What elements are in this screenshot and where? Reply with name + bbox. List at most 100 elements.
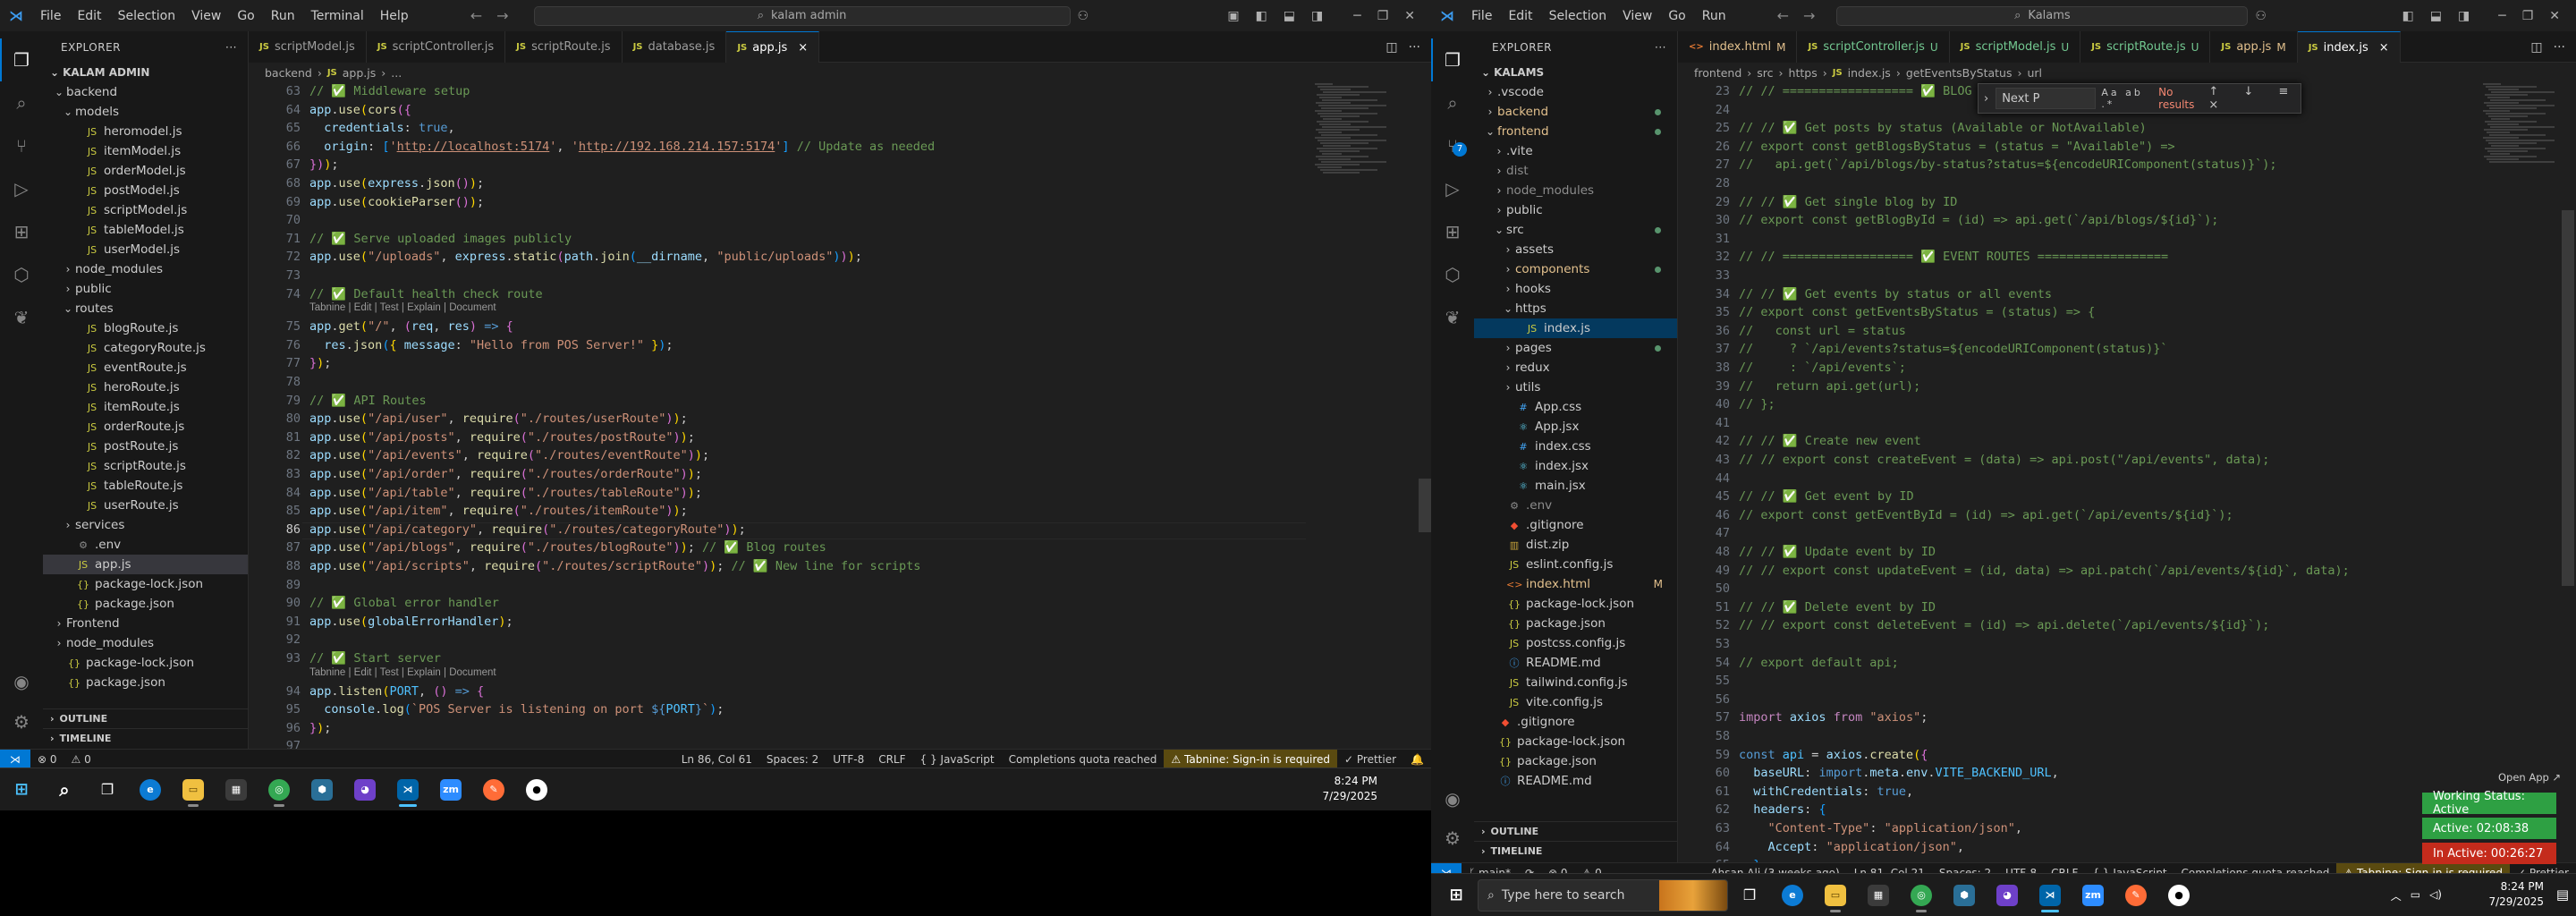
menu-item[interactable]: Terminal: [303, 9, 372, 23]
code-line[interactable]: // ✅ Middleware setup: [309, 84, 470, 98]
more-actions-icon[interactable]: ···: [1655, 41, 1666, 54]
tree-file[interactable]: ⚛ App.jsx: [1474, 417, 1677, 437]
code-line[interactable]: // // ✅ Get posts by status (Available o…: [1739, 121, 2147, 135]
layout-toggle-icon[interactable]: ▣: [1227, 9, 1239, 23]
cursor-position[interactable]: Ln 86, Col 61: [674, 753, 759, 766]
edge-icon[interactable]: e: [1775, 878, 1810, 913]
tree-file[interactable]: # index.css: [1474, 437, 1677, 456]
tabnine-codelens[interactable]: Tabnine | Edit | Test | Explain | Docume…: [309, 302, 496, 313]
tree-folder[interactable]: › utils: [1474, 377, 1677, 397]
code-line[interactable]: // ✅ Default health check route: [309, 287, 543, 301]
breadcrumb-item[interactable]: ...: [391, 66, 402, 80]
code-line[interactable]: app.use(cookieParser());: [309, 195, 484, 209]
code-line[interactable]: app.use("/uploads", express.static(path.…: [309, 250, 862, 264]
code-line[interactable]: // // ✅ Get single blog by ID: [1739, 195, 1957, 209]
panel-toggle-icon[interactable]: ⬓: [2430, 9, 2442, 23]
code-line[interactable]: // export const getBlogsByStatus = (stat…: [1739, 140, 2175, 154]
code-line[interactable]: // // export const updateEvent = (id, da…: [1739, 564, 2350, 578]
tree-file[interactable]: {} package-lock.json: [1474, 594, 1677, 614]
tree-file[interactable]: ⚛ index.jsx: [1474, 456, 1677, 476]
editor-tab[interactable]: <> index.html M: [1678, 31, 1798, 63]
breadcrumb-item[interactable]: backend: [265, 66, 312, 80]
find-options-icon[interactable]: Aa ab .*: [2101, 87, 2146, 110]
code-line[interactable]: // export const getEventsByStatus = (sta…: [1739, 305, 2095, 319]
remote-indicator-icon[interactable]: ⋊: [0, 749, 30, 769]
source-control-icon[interactable]: ⑂: [11, 135, 32, 157]
network-icon[interactable]: ▭: [2411, 888, 2420, 903]
minimap[interactable]: [2483, 82, 2563, 862]
editor-tab[interactable]: JS scriptController.js: [366, 31, 506, 63]
tree-folder[interactable]: › redux: [1474, 358, 1677, 377]
line-ending[interactable]: CRLF: [871, 753, 912, 766]
editor-tab[interactable]: JS database.js: [622, 31, 727, 63]
code-line[interactable]: // // export const deleteEvent = (id) =>…: [1739, 618, 2269, 632]
more-actions-icon[interactable]: ···: [2554, 40, 2565, 55]
task-view-icon[interactable]: ❐: [1732, 878, 1767, 913]
tree-file[interactable]: JS tableRoute.js: [43, 476, 248, 496]
tree-folder[interactable]: ⌄ src: [1474, 220, 1677, 240]
explorer-icon[interactable]: ❐: [11, 49, 32, 71]
problems-warnings[interactable]: ⚠ 0: [64, 753, 98, 766]
code-line[interactable]: });: [309, 721, 331, 735]
code-line[interactable]: app.listen(PORT, () => {: [309, 684, 484, 699]
code-line[interactable]: withCredentials: true,: [1739, 785, 1913, 799]
more-actions-icon[interactable]: ···: [225, 41, 237, 54]
minimize-icon[interactable]: ─: [1353, 9, 1360, 23]
timeline-section[interactable]: › TIMELINE: [43, 728, 248, 748]
code-line[interactable]: // const url = status: [1739, 324, 1906, 338]
code-line[interactable]: // : `/api/events`;: [1739, 360, 1906, 375]
tree-folder[interactable]: › assets: [1474, 240, 1677, 259]
tree-file[interactable]: ◆ .gitignore: [1474, 712, 1677, 732]
account-icon[interactable]: ◉: [1442, 788, 1463, 810]
toggle-replace-icon[interactable]: ›: [1984, 92, 1988, 106]
search-icon[interactable]: ⌕: [47, 772, 82, 808]
editor-tab[interactable]: JS index.js ×: [2297, 31, 2401, 63]
tree-folder[interactable]: › .vscode: [1474, 82, 1677, 102]
taskbar-search[interactable]: ⌕ Type here to search: [1478, 878, 1728, 912]
remote-explorer-icon[interactable]: ⬡: [11, 264, 32, 285]
breadcrumb-item[interactable]: getEventsByStatus: [1906, 66, 2012, 80]
tree-file[interactable]: JS scriptRoute.js: [43, 456, 248, 476]
editor-tab[interactable]: JS scriptModel.js U: [1949, 31, 2081, 63]
explorer-icon[interactable]: ❐: [1442, 49, 1463, 71]
code-line[interactable]: app.use("/api/category", require("./rout…: [309, 522, 746, 537]
menu-item[interactable]: Run: [1694, 9, 1734, 23]
tree-folder[interactable]: › pages: [1474, 338, 1677, 358]
workspace-root[interactable]: ⌄ KALAM ADMIN: [43, 63, 248, 82]
tree-folder[interactable]: ⌄ frontend: [1474, 122, 1677, 141]
close-window-icon[interactable]: ✕: [1404, 9, 1415, 23]
windows-start-icon[interactable]: ⊞: [4, 772, 39, 808]
sidebar-toggle-icon[interactable]: ◧: [2402, 9, 2414, 23]
open-app-link[interactable]: Open App ↗: [2498, 771, 2561, 784]
file-explorer-icon[interactable]: ▭: [1818, 878, 1853, 913]
tree-file[interactable]: JS blogRoute.js: [43, 318, 248, 338]
app-circle-icon[interactable]: ●: [2161, 878, 2197, 913]
menu-item[interactable]: File: [32, 9, 69, 23]
tree-file[interactable]: # App.css: [1474, 397, 1677, 417]
tree-file[interactable]: ▥ dist.zip: [1474, 535, 1677, 555]
editor-tab[interactable]: JS app.js ×: [726, 31, 820, 63]
code-line[interactable]: // ? `/api/events?status=${encodeURIComp…: [1739, 342, 2168, 356]
code-line[interactable]: // // ✅ Update event by ID: [1739, 545, 1936, 559]
code-line[interactable]: credentials: true,: [309, 121, 454, 135]
secondary-sidebar-icon[interactable]: ◨: [2458, 9, 2470, 23]
code-line[interactable]: // // ✅ Get events by status or all even…: [1739, 287, 2052, 301]
code-line[interactable]: app.use(globalErrorHandler);: [309, 615, 513, 629]
github-desktop-icon[interactable]: ◕: [347, 772, 383, 808]
tree-folder[interactable]: › public: [43, 279, 248, 299]
code-line[interactable]: app.use("/api/order", require("./routes/…: [309, 467, 702, 481]
code-line[interactable]: });: [309, 356, 331, 370]
zoom-icon[interactable]: zm: [2075, 878, 2111, 913]
tree-file[interactable]: {} package.json: [43, 594, 248, 614]
tree-file[interactable]: JS userModel.js: [43, 240, 248, 259]
tree-file[interactable]: JS orderModel.js: [43, 161, 248, 181]
tree-file[interactable]: <> index.html M: [1474, 574, 1677, 594]
code-line[interactable]: origin: ['http://localhost:5174', 'http:…: [309, 140, 935, 154]
tree-file[interactable]: ⓘ README.md: [1474, 653, 1677, 673]
code-line[interactable]: app.use(express.json());: [309, 176, 484, 191]
code-editor[interactable]: 23// // ================== ✅ BLOG ROUTES…: [1678, 82, 2576, 862]
more-actions-icon[interactable]: ···: [1409, 40, 1420, 55]
code-line[interactable]: // api.get(`/api/blogs/by-status?status=…: [1739, 157, 2276, 172]
editor-tab[interactable]: JS app.js M: [2210, 31, 2298, 63]
menu-item[interactable]: Help: [372, 9, 417, 23]
